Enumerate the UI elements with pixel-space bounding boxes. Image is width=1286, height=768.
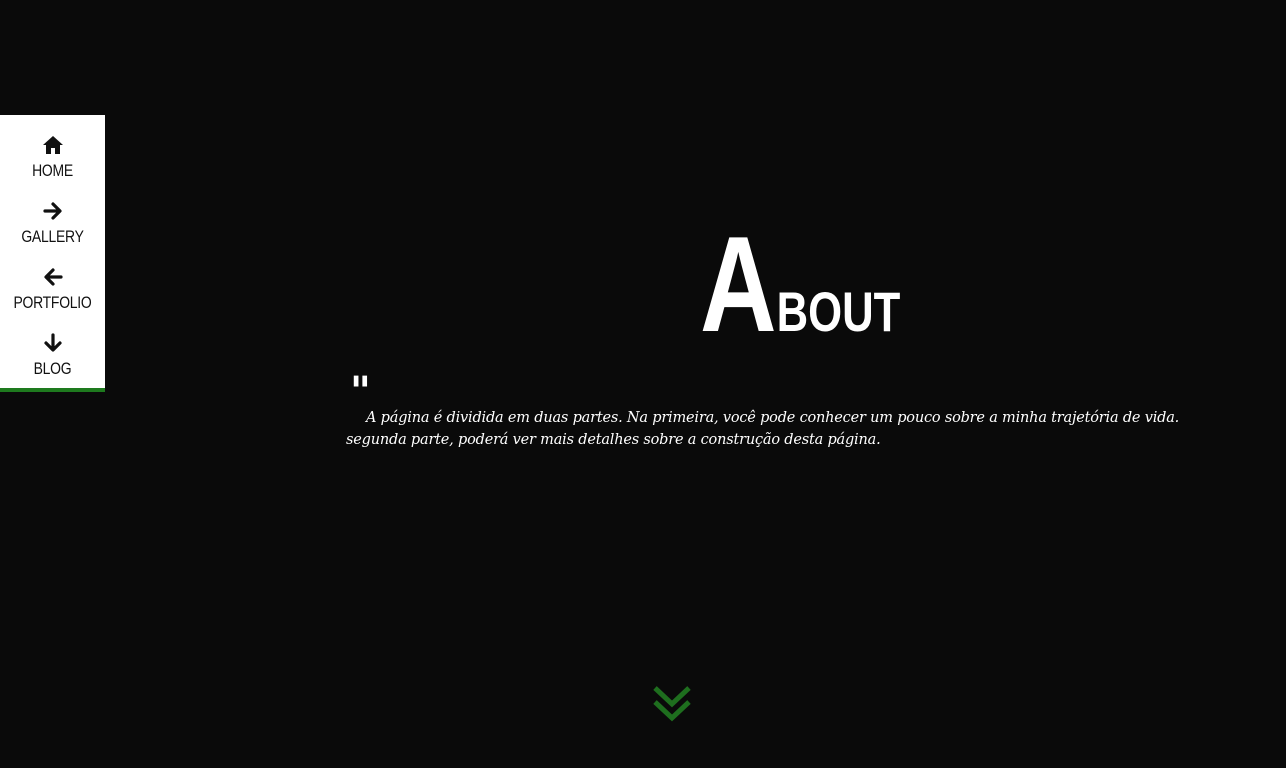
nav-item-portfolio[interactable]: PORTFOLIO [0, 267, 105, 313]
description-line-2: segunda parte, poderá ver mais detalhes … [346, 431, 881, 448]
nav-item-blog[interactable]: BLOG [0, 333, 105, 379]
scroll-down-button[interactable] [650, 682, 694, 726]
arrow-left-icon [0, 267, 105, 291]
arrow-down-icon [0, 333, 105, 357]
nav-item-gallery[interactable]: GALLERY [0, 201, 105, 247]
about-description: A página é dividida em duas partes. Na p… [346, 408, 1196, 451]
title-initial: A [700, 208, 777, 360]
nav-label-gallery: GALLERY [21, 227, 84, 246]
nav-label-portfolio: PORTFOLIO [13, 293, 92, 312]
sidebar-nav: HOME GALLERY PORTFOLIO BLOG [0, 115, 105, 392]
double-chevron-down-icon [653, 686, 691, 722]
quote-mark: " [350, 368, 371, 415]
home-icon [0, 135, 105, 159]
nav-item-home[interactable]: HOME [0, 135, 105, 181]
arrow-right-icon [0, 201, 105, 225]
description-line-1: A página é dividida em duas partes. Na p… [366, 410, 1180, 426]
title-rest: BOUT [776, 280, 901, 343]
nav-label-blog: BLOG [33, 359, 72, 378]
nav-label-home: HOME [32, 161, 73, 180]
page-title: ABOUT [700, 216, 901, 352]
